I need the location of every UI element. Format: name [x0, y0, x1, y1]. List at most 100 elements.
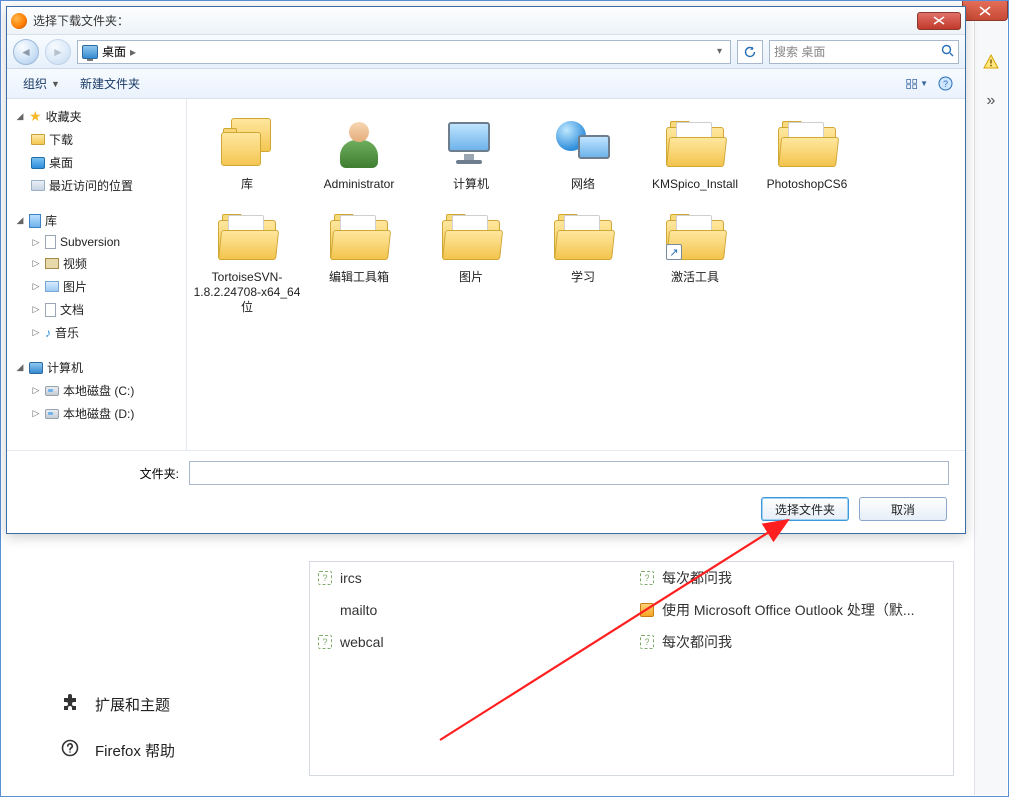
- proto-label: webcal: [340, 634, 384, 650]
- tree-drive-d[interactable]: ▷本地磁盘 (D:): [7, 402, 186, 425]
- nav-back-button[interactable]: ◄: [13, 39, 39, 65]
- dialog-title: 选择下载文件夹：: [33, 12, 129, 29]
- file-item[interactable]: 学习: [527, 202, 639, 325]
- tree-recent[interactable]: 最近访问的位置: [7, 174, 186, 197]
- sidebar-item-label: 扩展和主题: [95, 694, 170, 715]
- file-item[interactable]: TortoiseSVN-1.8.2.24708-x64_64位: [191, 202, 303, 325]
- dialog-titlebar[interactable]: 选择下载文件夹：: [7, 7, 965, 35]
- folder-input[interactable]: [189, 461, 949, 485]
- folder-icon: [772, 113, 842, 173]
- organize-button[interactable]: 组织 ▼: [15, 72, 68, 95]
- view-button[interactable]: ▼: [905, 73, 929, 95]
- help-icon: [61, 739, 79, 761]
- right-strip: »: [974, 21, 1007, 795]
- file-item[interactable]: PhotoshopCS6: [751, 109, 863, 202]
- tree-subversion[interactable]: ▷Subversion: [7, 232, 186, 252]
- file-item[interactable]: 网络: [527, 109, 639, 202]
- tree-drive-c[interactable]: ▷本地磁盘 (C:): [7, 379, 186, 402]
- computer-icon: [29, 362, 43, 374]
- drive-icon: [45, 409, 59, 419]
- file-item-label: 激活工具: [671, 270, 719, 285]
- folder-icon: [660, 113, 730, 173]
- dialog-close-button[interactable]: [917, 12, 961, 30]
- proto-label: ircs: [340, 570, 362, 586]
- folder-icon: [436, 206, 506, 266]
- app-row[interactable]: ?webcal ?每次都问我: [310, 626, 953, 658]
- warning-icon[interactable]: [982, 53, 1000, 76]
- handler-label: 每次都问我: [662, 568, 732, 588]
- breadcrumb-sep-icon: ▸: [130, 45, 136, 59]
- protocol-icon: ?: [640, 571, 654, 585]
- search-input[interactable]: 搜索 桌面: [769, 40, 959, 64]
- drive-icon: [45, 386, 59, 396]
- computer-icon: [436, 113, 506, 173]
- protocol-icon: ?: [640, 635, 654, 649]
- tree-pictures[interactable]: ▷图片: [7, 275, 186, 298]
- file-item[interactable]: KMSpico_Install: [639, 109, 751, 202]
- folder-icon: ↗: [660, 206, 730, 266]
- libraries-icon: [212, 113, 282, 173]
- video-icon: [45, 258, 59, 269]
- desktop-icon: [31, 157, 45, 169]
- recent-icon: [31, 180, 45, 191]
- help-icon: ?: [938, 76, 953, 91]
- address-bar[interactable]: 桌面 ▸ ▾: [77, 40, 731, 64]
- tree-computer[interactable]: ◢计算机: [7, 356, 186, 379]
- folder-icon: [548, 206, 618, 266]
- tree-documents[interactable]: ▷文档: [7, 298, 186, 321]
- app-row[interactable]: ?ircs ?每次都问我: [310, 562, 953, 594]
- nav-bar: ◄ ► 桌面 ▸ ▾ 搜索 桌面: [7, 35, 965, 69]
- navigation-tree[interactable]: ◢★收藏夹 下载 桌面 最近访问的位置 ◢库 ▷Subversion ▷视频 ▷…: [7, 99, 187, 450]
- tree-downloads[interactable]: 下载: [7, 128, 186, 151]
- user-icon: [324, 113, 394, 173]
- folder-picker-dialog: 选择下载文件夹： ◄ ► 桌面 ▸ ▾ 搜索 桌面 组织: [6, 6, 966, 534]
- cancel-button[interactable]: 取消: [859, 497, 947, 521]
- address-dropdown-icon[interactable]: ▾: [713, 46, 726, 57]
- firefox-icon: [11, 13, 27, 29]
- sidebar-item-label: Firefox 帮助: [95, 740, 175, 761]
- close-icon: [979, 6, 991, 16]
- toolbar: 组织 ▼ 新建文件夹 ▼ ?: [7, 69, 965, 99]
- folder-icon: [31, 134, 45, 145]
- file-item[interactable]: 库: [191, 109, 303, 202]
- doc-icon: [45, 303, 56, 317]
- new-folder-button[interactable]: 新建文件夹: [72, 72, 148, 95]
- file-item[interactable]: ↗ 激活工具: [639, 202, 751, 325]
- file-item-label: 网络: [571, 177, 595, 192]
- help-button[interactable]: ?: [933, 73, 957, 95]
- search-placeholder: 搜索 桌面: [774, 43, 825, 60]
- overflow-icon[interactable]: »: [987, 92, 996, 110]
- refresh-icon: [743, 45, 757, 59]
- tree-libraries[interactable]: ◢库: [7, 209, 186, 232]
- file-item[interactable]: 编辑工具箱: [303, 202, 415, 325]
- folder-icon: [212, 206, 282, 266]
- proto-label: mailto: [340, 602, 377, 618]
- refresh-button[interactable]: [737, 40, 763, 64]
- sidebar-item-extensions[interactable]: 扩展和主题: [61, 681, 281, 727]
- close-icon: [933, 16, 945, 25]
- file-grid[interactable]: 库 Administrator 计算机网络 KMSpico_InstallPhotos…: [187, 99, 965, 450]
- outlook-icon: [640, 603, 654, 617]
- select-folder-button[interactable]: 选择文件夹: [761, 497, 849, 521]
- file-item[interactable]: 计算机: [415, 109, 527, 202]
- image-icon: [45, 281, 59, 292]
- address-location: 桌面: [102, 43, 126, 60]
- file-item-label: 编辑工具箱: [329, 270, 389, 285]
- nav-forward-button[interactable]: ►: [45, 39, 71, 65]
- file-item-label: 库: [241, 177, 253, 192]
- file-item[interactable]: 图片: [415, 202, 527, 325]
- tree-music[interactable]: ▷♪音乐: [7, 321, 186, 344]
- network-icon: [548, 113, 618, 173]
- file-item-label: Administrator: [324, 177, 395, 192]
- music-icon: ♪: [45, 326, 51, 340]
- sidebar-item-help[interactable]: Firefox 帮助: [61, 727, 281, 773]
- options-sidebar: 扩展和主题 Firefox 帮助: [61, 681, 281, 773]
- file-item[interactable]: Administrator: [303, 109, 415, 202]
- app-row[interactable]: mailto 使用 Microsoft Office Outlook 处理（默.…: [310, 594, 953, 626]
- handler-label: 每次都问我: [662, 632, 732, 652]
- tree-videos[interactable]: ▷视频: [7, 252, 186, 275]
- tree-desktop[interactable]: 桌面: [7, 151, 186, 174]
- tree-favorites[interactable]: ◢★收藏夹: [7, 105, 186, 128]
- file-item-label: 学习: [571, 270, 595, 285]
- outer-close-button[interactable]: [962, 1, 1008, 21]
